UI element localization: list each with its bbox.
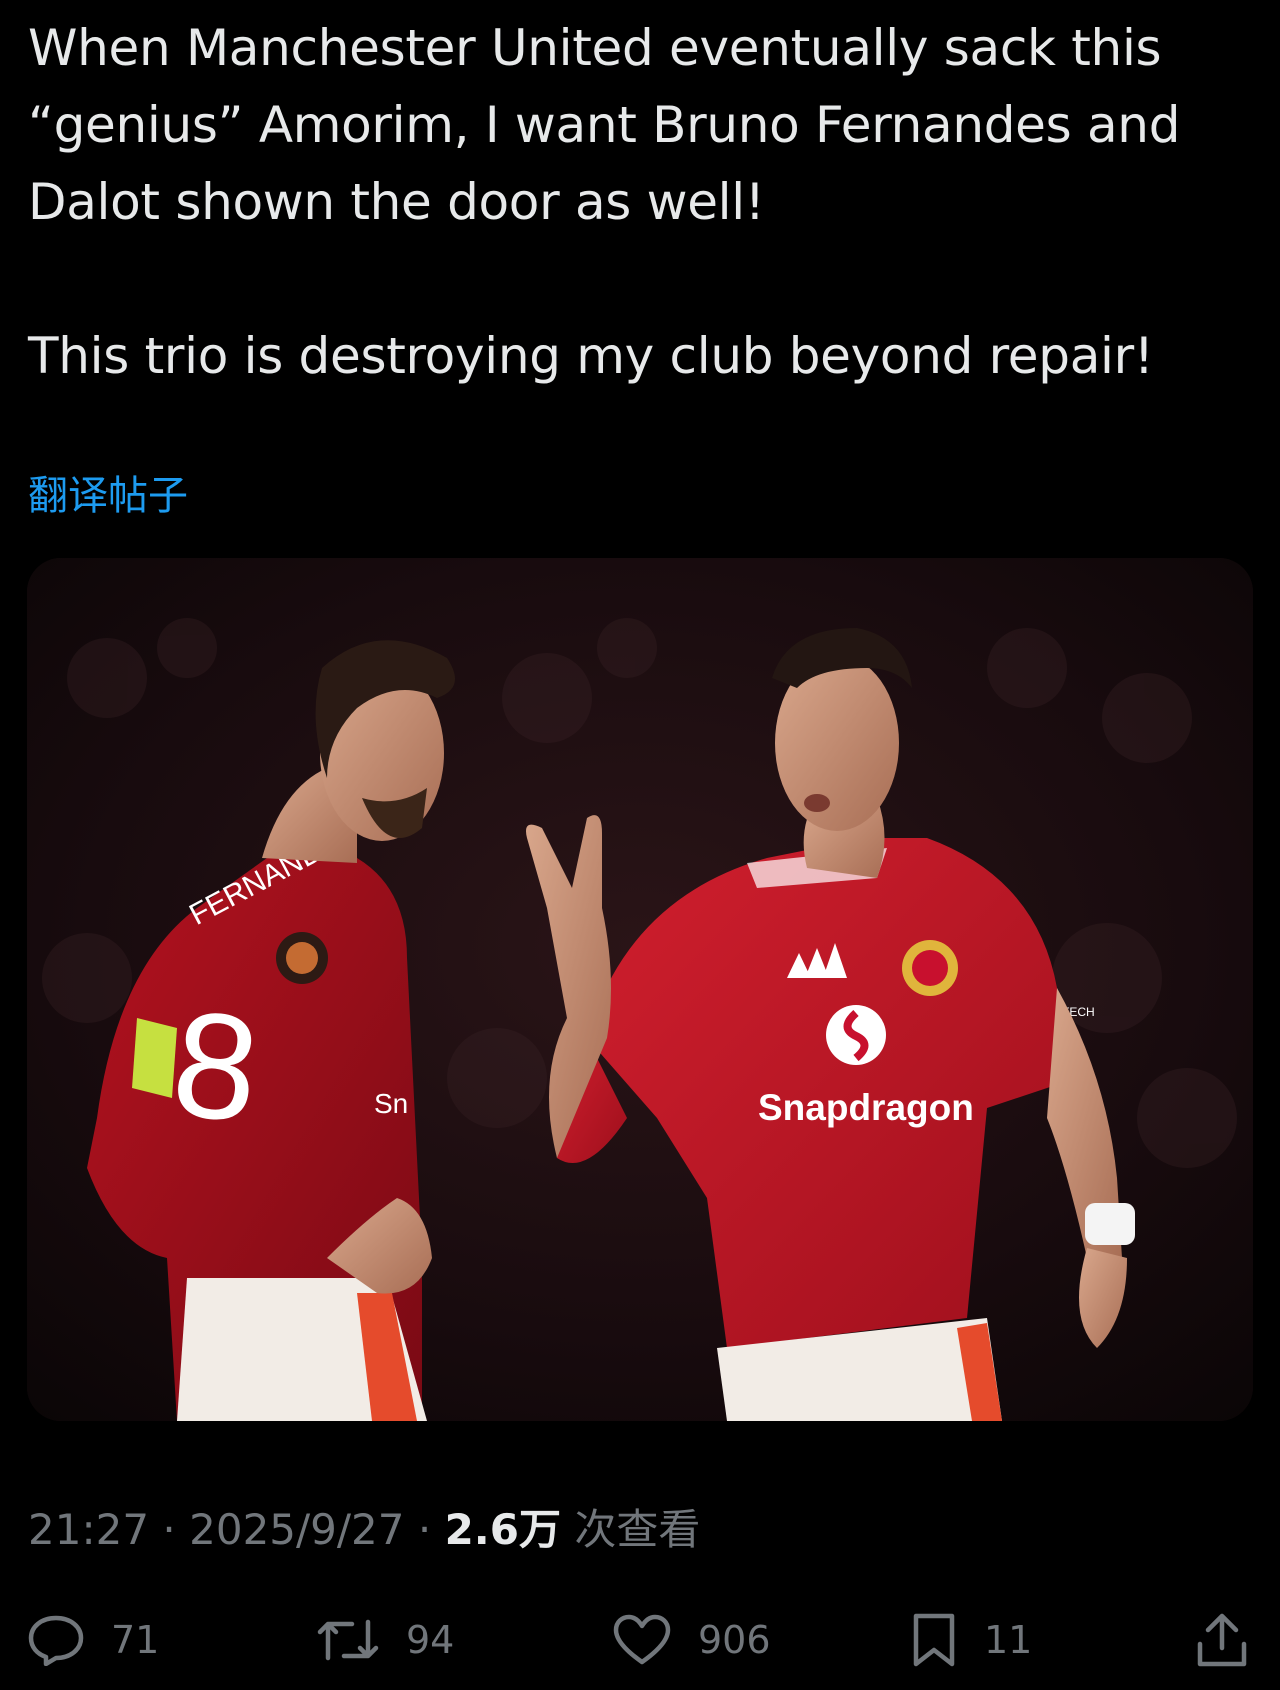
bookmark-button[interactable]: 11	[910, 1610, 1032, 1670]
views-label: 次查看	[574, 1505, 701, 1554]
repost-count: 94	[406, 1618, 455, 1662]
tweet-text-line-3: Dalot shown the door as well!	[28, 173, 765, 231]
reply-count: 71	[111, 1618, 160, 1662]
tweet-text: When Manchester United eventually sack t…	[28, 10, 1258, 395]
tweet-text-line-2: “genius” Amorim, I want Bruno Fernandes …	[28, 96, 1181, 154]
translate-post-link[interactable]: 翻译帖子	[28, 468, 188, 524]
tweet-date[interactable]: 2025/9/27	[189, 1505, 404, 1554]
photo-illustration: 8 FERNANDES Sn Snapdragon TECH	[27, 558, 1253, 1421]
share-icon	[1196, 1612, 1248, 1668]
tweet-photo[interactable]: 8 FERNANDES Sn Snapdragon TECH	[27, 558, 1253, 1421]
action-bar: 71 94 906 11	[0, 1600, 1280, 1680]
like-count: 906	[698, 1618, 771, 1662]
left-player-sleeve-text: Sn	[374, 1088, 408, 1119]
tweet-text-line-1: When Manchester United eventually sack t…	[28, 19, 1162, 77]
left-player-number: 8	[166, 978, 267, 1154]
tweet-time[interactable]: 21:27	[28, 1505, 149, 1554]
repost-icon	[316, 1614, 380, 1666]
share-button[interactable]	[1196, 1610, 1248, 1670]
like-button[interactable]: 906	[612, 1610, 771, 1670]
bookmark-count: 11	[984, 1618, 1033, 1662]
sponsor-text: Snapdragon	[758, 1087, 974, 1128]
bookmark-icon	[910, 1612, 958, 1668]
reply-icon	[27, 1614, 85, 1666]
like-icon	[612, 1614, 672, 1666]
tweet-text-line-4: This trio is destroying my club beyond r…	[28, 327, 1154, 385]
views-count[interactable]: 2.6万	[445, 1505, 561, 1554]
reply-button[interactable]: 71	[27, 1610, 159, 1670]
meta-separator: ·	[162, 1505, 176, 1554]
meta-separator: ·	[417, 1505, 432, 1554]
repost-button[interactable]: 94	[316, 1610, 454, 1670]
tweet-meta: 21:27 · 2025/9/27 · 2.6万 次查看	[28, 1500, 700, 1560]
